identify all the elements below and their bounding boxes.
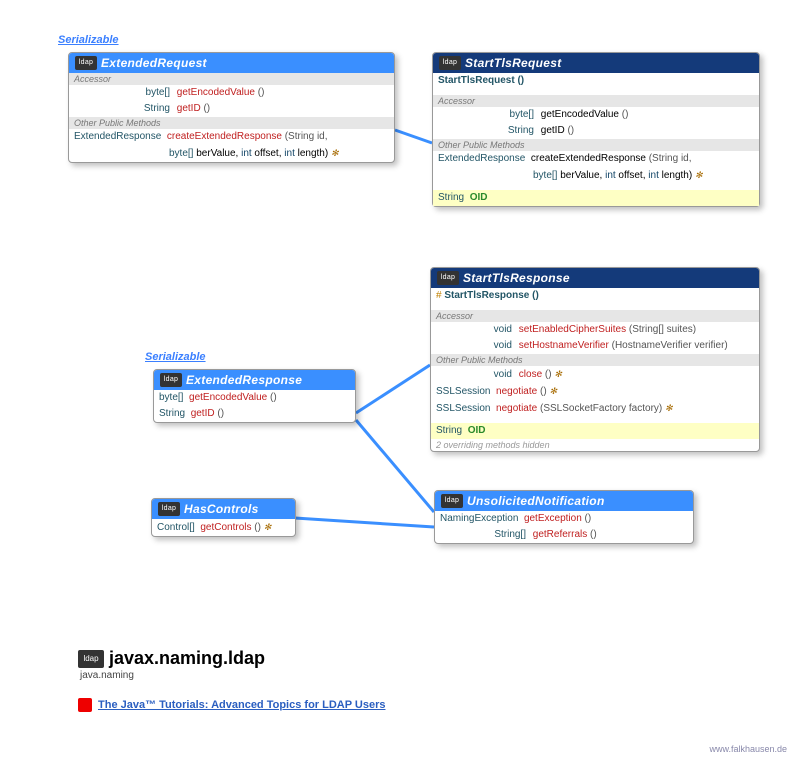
tutorial-row: The Java™ Tutorials: Advanced Topics for…	[78, 698, 386, 712]
section-accessor: Accessor	[433, 95, 759, 107]
method-row: String[] getReferrals ()	[435, 527, 693, 543]
section-accessor: Accessor	[69, 73, 394, 85]
class-has-controls: ldap HasControls Control[] getControls (…	[151, 498, 296, 537]
ldap-icon: ldap	[78, 650, 104, 668]
method-row: ExtendedResponse createExtendedResponse …	[433, 151, 759, 167]
ldap-icon: ldap	[75, 56, 97, 70]
constructor-row: StartTlsRequest ()	[433, 73, 759, 89]
class-name: ExtendedRequest	[101, 56, 207, 70]
field-row: String OID	[431, 423, 759, 439]
section-other: Other Public Methods	[431, 354, 759, 366]
method-row: void close () ✻	[431, 366, 759, 383]
ldap-icon: ldap	[158, 502, 180, 516]
class-unsolicited-notification: ldap UnsolicitedNotification NamingExcep…	[434, 490, 694, 544]
hidden-methods-note: 2 overriding methods hidden	[431, 439, 759, 451]
parent-package: java.naming	[80, 670, 134, 681]
method-row: String getID ()	[154, 406, 355, 422]
class-header: ldap HasControls	[152, 499, 295, 519]
class-header: ldap ExtendedResponse	[154, 370, 355, 390]
ldap-icon: ldap	[439, 56, 461, 70]
section-other: Other Public Methods	[433, 139, 759, 151]
section-accessor: Accessor	[431, 310, 759, 322]
serializable-label: Serializable	[58, 34, 119, 46]
class-start-tls-request: ldap StartTlsRequest StartTlsRequest () …	[432, 52, 760, 207]
method-row: ExtendedResponse createExtendedResponse …	[69, 129, 394, 145]
class-header: ldap UnsolicitedNotification	[435, 491, 693, 511]
class-header: ldap StartTlsResponse	[431, 268, 759, 288]
oracle-icon	[78, 698, 92, 712]
method-row: SSLSession negotiate () ✻	[431, 383, 759, 400]
method-row: Control[] getControls () ✻	[152, 519, 295, 536]
method-row: SSLSession negotiate (SSLSocketFactory f…	[431, 400, 759, 417]
class-header: ldap ExtendedRequest	[69, 53, 394, 73]
ldap-icon: ldap	[437, 271, 459, 285]
class-name: UnsolicitedNotification	[467, 494, 605, 508]
method-row: void setEnabledCipherSuites (String[] su…	[431, 322, 759, 338]
constructor-row: # StartTlsResponse ()	[431, 288, 759, 304]
class-name: ExtendedResponse	[186, 373, 302, 387]
field-row: String OID	[433, 190, 759, 206]
class-extended-response: ldap ExtendedResponse byte[] getEncodedV…	[153, 369, 356, 423]
tutorial-link[interactable]: The Java™ Tutorials: Advanced Topics for…	[98, 699, 386, 711]
ldap-icon: ldap	[441, 494, 463, 508]
method-row: String getID ()	[433, 123, 759, 139]
method-row: String getID ()	[69, 101, 394, 117]
class-name: StartTlsResponse	[463, 271, 570, 285]
method-row: NamingException getException ()	[435, 511, 693, 527]
method-row: byte[] getEncodedValue ()	[154, 390, 355, 406]
footer-link[interactable]: www.falkhausen.de	[709, 744, 787, 754]
class-header: ldap StartTlsRequest	[433, 53, 759, 73]
method-row: byte[] getEncodedValue ()	[433, 107, 759, 123]
class-name: StartTlsRequest	[465, 56, 562, 70]
serializable-label: Serializable	[145, 351, 206, 363]
method-row: byte[] berValue, int offset, int length)…	[433, 167, 759, 184]
method-row: byte[] berValue, int offset, int length)…	[69, 145, 394, 162]
section-other: Other Public Methods	[69, 117, 394, 129]
class-extended-request: ldap ExtendedRequest Accessor byte[] get…	[68, 52, 395, 163]
method-row: byte[] getEncodedValue ()	[69, 85, 394, 101]
ldap-icon: ldap	[160, 373, 182, 387]
package-title: ldap javax.naming.ldap	[78, 648, 265, 669]
method-row: void setHostnameVerifier (HostnameVerifi…	[431, 338, 759, 354]
class-name: HasControls	[184, 502, 259, 516]
class-start-tls-response: ldap StartTlsResponse # StartTlsResponse…	[430, 267, 760, 452]
